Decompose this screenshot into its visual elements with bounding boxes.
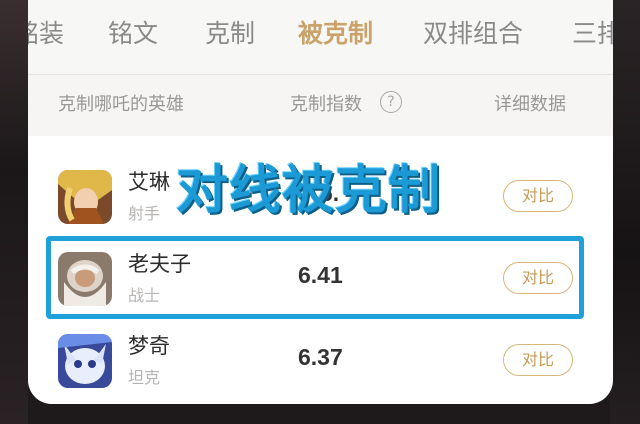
- hero-name: 梦奇: [128, 334, 170, 358]
- hero-score: 6.37: [298, 344, 343, 370]
- compare-button[interactable]: 对比: [503, 180, 573, 212]
- highlight-frame: [46, 236, 584, 319]
- hero-avatar-mengqi: [58, 334, 112, 388]
- help-icon[interactable]: ?: [380, 91, 402, 113]
- tab-inscription[interactable]: 铭文: [108, 14, 158, 50]
- overlay-caption: 对线被克制: [176, 161, 442, 221]
- detail-column-header: 详细数据: [494, 94, 566, 115]
- tab-divider: [28, 74, 613, 75]
- background-left-edge: [0, 0, 28, 424]
- hero-role: 射手: [128, 204, 161, 223]
- tab-trio-partial[interactable]: 三排: [572, 14, 613, 50]
- score-column-header: 克制指数: [290, 94, 362, 115]
- compare-button[interactable]: 对比: [503, 344, 573, 376]
- tab-bar: 铭装 铭文 克制 被克制 双排组合 三排: [28, 0, 613, 72]
- hero-role: 坦克: [128, 368, 161, 387]
- hero-column-header: 克制哪吒的英雄: [58, 94, 184, 115]
- tab-duo-combo[interactable]: 双排组合: [423, 14, 523, 50]
- hero-row[interactable]: 梦奇 坦克 6.37 对比: [28, 326, 613, 404]
- tab-counters[interactable]: 克制: [205, 14, 255, 50]
- tab-countered-by[interactable]: 被克制: [298, 14, 373, 50]
- hero-avatar-ailin: [58, 170, 112, 224]
- hero-name: 艾琳: [128, 170, 170, 194]
- background-right-edge: [610, 0, 640, 424]
- tab-partial-left[interactable]: 铭装: [28, 14, 64, 50]
